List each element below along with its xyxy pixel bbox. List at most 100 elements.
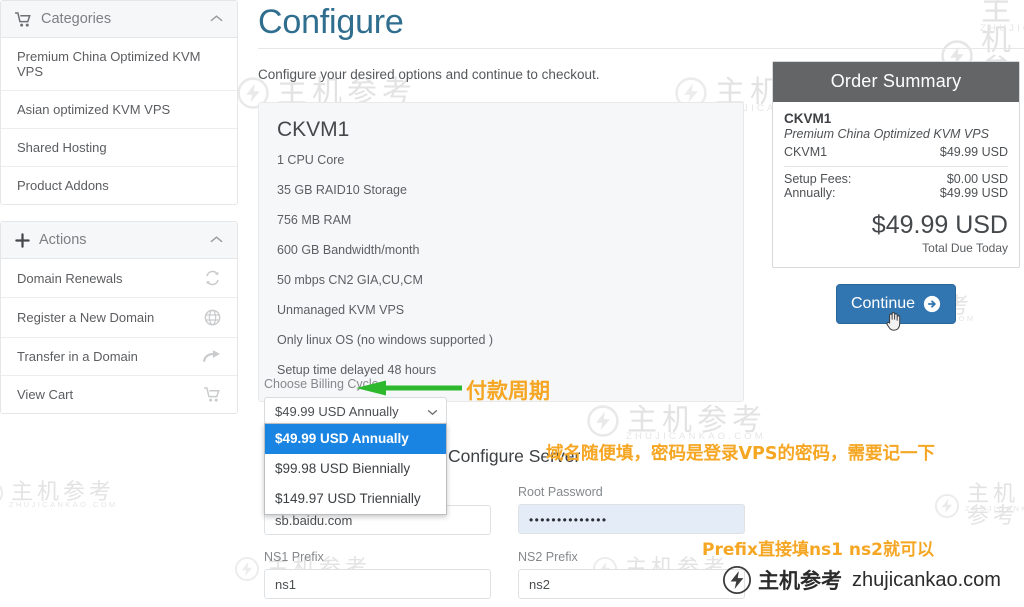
sidebar: Categories Premium China Optimized KVM V… [0,0,238,430]
sidebar-item-premium-china-optimized-kvm-vps[interactable]: Premium China Optimized KVM VPS [1,38,237,91]
line-item-value: $49.99 USD [939,145,1008,159]
watermark-latin: ZHUJICANKAO.COM [980,23,1024,34]
annotation-domain-password: 域名随便填，密码是登录VPS的密码，需要记一下 [546,444,935,464]
sidebar-item-shared-hosting[interactable]: Shared Hosting [1,129,237,167]
sidebar-item-asian-optimized-kvm-vps[interactable]: Asian optimized KVM VPS [1,91,237,129]
row-value: $0.00 USD [946,172,1008,186]
chevron-up-icon[interactable] [210,232,223,248]
sidebar-item-label: Register a New Domain [17,310,155,325]
sidebar-item-domain-renewals[interactable]: Domain Renewals [1,259,237,298]
billing-cycle-dropdown-menu[interactable]: $49.99 USD Annually $99.98 USD Bienniall… [264,423,447,515]
root-password-input[interactable]: •••••••••••••• [518,504,745,534]
page-root: 主机参考 ZHUJICANKAO.COM 主机参考 ZHUJICANKAO.CO… [0,0,1024,607]
product-spec: 600 GB Bandwidth/month [277,243,420,257]
product-spec: Only linux OS (no windows supported ) [277,333,494,347]
billing-cycle-select-box[interactable]: $49.99 USD Annually [264,397,447,424]
billing-cycle-option[interactable]: $149.97 USD Triennially [265,484,446,514]
order-summary-product-title: CKVM1 [784,111,832,126]
actions-panel-header[interactable]: Actions [1,222,237,259]
categories-panel-title: Categories [41,11,112,27]
watermark-latin: ZHUJICANKAO.COM [965,504,1024,513]
page-title: Configure [258,3,404,41]
sidebar-item-view-cart[interactable]: View Cart [1,376,237,413]
billing-cycle-option[interactable]: $99.98 USD Biennially [265,454,446,484]
root-password-field-group: Root Password •••••••••••••• [518,485,745,534]
sidebar-item-label: Product Addons [17,178,109,193]
ns1-prefix-input[interactable]: ns1 [264,569,491,599]
cart-icon [204,387,221,402]
chevron-up-icon[interactable] [210,11,223,27]
ns2-prefix-label: NS2 Prefix [518,550,578,564]
chevron-down-icon[interactable] [427,403,438,424]
billing-cycle-option[interactable]: $49.99 USD Annually [265,424,446,454]
ns1-prefix-label: NS1 Prefix [264,550,324,564]
sidebar-item-label: Shared Hosting [17,140,107,155]
main-content: Configure Configure your desired options… [258,0,1024,402]
order-summary-row: Setup Fees: $0.00 USD [784,172,1008,186]
ns2-prefix-input[interactable]: ns2 [518,569,745,599]
watermark-cn: 主机参考 [11,480,116,505]
product-spec: 50 mbps CN2 GIA,CU,CM [277,273,423,287]
configure-server-heading: Configure Server [448,446,581,466]
watermark-latin: ZHUJICANKAO.COM [626,431,766,442]
row-label: Annually: [784,186,836,200]
watermark: 主机参考 ZHUJICANKAO.COM [934,484,1024,528]
product-summary-box: CKVM1 1 CPU Core 35 GB RAID10 Storage 75… [258,102,744,402]
continue-button-label: Continue [850,295,916,312]
plus-icon [15,232,30,248]
product-spec: 35 GB RAID10 Storage [277,183,407,197]
cart-icon [15,11,32,27]
watermark-cn: 主机参考 [627,403,767,438]
product-name: CKVM1 [277,118,350,141]
order-summary-body: CKVM1 Premium China Optimized KVM VPS CK… [773,102,1019,267]
watermark: 主机参考 ZHUJICANKAO.COM [0,480,118,509]
lightning-circle-icon [0,485,4,501]
lightning-circle-icon [934,493,960,519]
root-password-label: Root Password [518,485,603,499]
watermark: 主机参考 ZHUJICANKAO.COM [586,403,767,442]
order-summary-row: Annually: $49.99 USD [784,186,1008,200]
watermark-latin: ZHUJICANKAO.COM [9,500,118,509]
product-spec: 1 CPU Core [277,153,345,167]
arrow-circle-right-icon [923,295,941,313]
arrow-right-curve-icon [203,349,221,364]
categories-panel: Categories Premium China Optimized KVM V… [0,0,238,205]
sidebar-item-transfer-in-a-domain[interactable]: Transfer in a Domain [1,338,237,376]
billing-cycle-select[interactable]: $49.99 USD Annually $49.99 USD Annually … [264,397,447,515]
lightning-circle-icon [234,556,260,582]
product-spec: 756 MB RAM [277,213,352,227]
categories-panel-header[interactable]: Categories [1,1,237,38]
row-label: Setup Fees: [784,172,852,186]
mouse-cursor [886,312,901,331]
ns2-prefix-field-group: NS2 Prefix ns2 [518,550,745,599]
refresh-icon [204,270,221,286]
sidebar-item-register-a-new-domain[interactable]: Register a New Domain [1,298,237,338]
product-spec: Unmanaged KVM VPS [277,303,405,317]
actions-panel: Actions Domain Renewals Register a New D… [0,221,238,414]
order-summary-product-desc: Premium China Optimized KVM VPS [784,127,989,141]
order-summary-header: Order Summary [773,62,1019,102]
order-summary-divider [784,166,1008,167]
sidebar-item-label: Premium China Optimized KVM VPS [17,49,201,79]
sidebar-item-label: Transfer in a Domain [17,349,138,364]
order-summary-total-label: Total Due Today [922,241,1008,255]
order-summary-total: $49.99 USD [871,211,1008,239]
ns1-prefix-field-group: NS1 Prefix ns1 [264,550,491,599]
brand-watermark: 主机参考 zhujicankao.com [722,565,1001,595]
sidebar-item-label: Domain Renewals [17,270,123,286]
sidebar-item-label: View Cart [17,387,74,402]
watermark-cn: 主机参考 [967,482,1020,529]
actions-panel-title: Actions [39,232,87,248]
brand-watermark-url: zhujicankao.com [852,568,1001,591]
row-value: $49.99 USD [939,186,1008,200]
lightning-circle-icon [587,405,619,437]
billing-cycle-group: Choose Billing Cycle $49.99 USD Annually… [264,377,447,515]
globe-icon [204,309,221,326]
lightning-circle-icon [722,565,752,595]
line-item-label: CKVM1 [784,145,828,159]
order-summary-line-item: CKVM1 $49.99 USD [784,145,1008,159]
order-summary-panel: Order Summary CKVM1 Premium China Optimi… [772,61,1020,268]
billing-cycle-selected-value: $49.99 USD Annually [275,404,399,419]
sidebar-item-label: Asian optimized KVM VPS [17,102,171,117]
sidebar-item-product-addons[interactable]: Product Addons [1,167,237,204]
